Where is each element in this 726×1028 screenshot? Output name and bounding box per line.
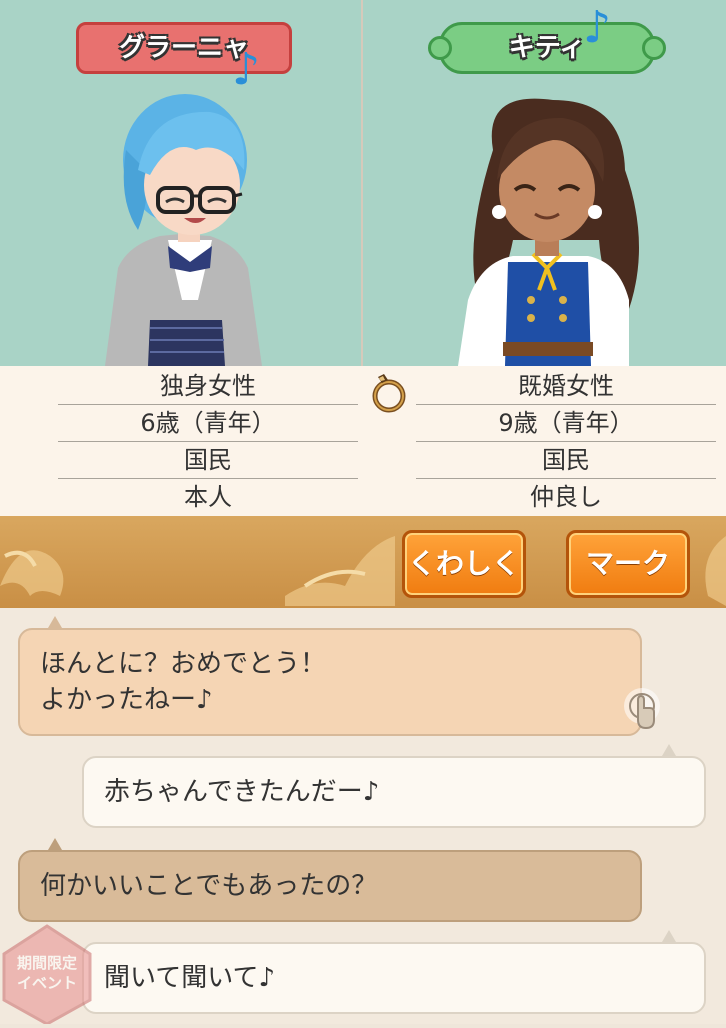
right-character-info: 既婚女性 9歳（青年） 国民 仲良し [416, 368, 716, 515]
ornament-middle [285, 536, 395, 606]
chat-message-right: 聞いて聞いて♪ [82, 942, 706, 1014]
left-character-info: 独身女性 6歳（青年） 国民 本人 [58, 368, 358, 515]
ring-icon [372, 374, 406, 413]
ornament-left [0, 550, 64, 596]
portraits-area: グラーニャ ♪ キティ ♪ [0, 0, 726, 366]
music-note-icon: ♪ [232, 44, 261, 95]
residency: 国民 [58, 442, 358, 479]
age: 9歳（青年） [416, 405, 716, 442]
limited-event-badge[interactable]: 期間限定 イベント [2, 924, 92, 1026]
event-badge-icon: 期間限定 イベント [2, 924, 92, 1026]
message-text: 赤ちゃんできたんだー♪ [104, 777, 380, 807]
mark-button[interactable]: マーク [566, 530, 690, 598]
residency: 国民 [416, 442, 716, 479]
character-info-panel: 独身女性 6歳（青年） 国民 本人 既婚女性 9歳（青年） 国民 仲良し [0, 366, 726, 516]
action-bar: くわしく マーク [0, 516, 726, 608]
bubble-tail [662, 744, 676, 756]
chat-message-left: 何かいいことでもあったの？ [18, 850, 642, 922]
bubble-tail [48, 838, 62, 850]
plate-knob-left [428, 36, 452, 60]
right-character-name: キティ [508, 33, 586, 63]
event-badge-line: 期間限定 [17, 954, 77, 972]
details-button[interactable]: くわしく [402, 530, 526, 598]
chat-log[interactable]: ほんとに？おめでとう！ よかったねー♪ 赤ちゃんできたんだー♪ 何かいいことでも… [0, 608, 726, 1024]
event-badge-line: イベント [17, 974, 77, 992]
relationship: 本人 [184, 483, 232, 511]
left-character-name: グラーニャ [118, 33, 249, 63]
message-text: 聞いて聞いて♪ [104, 963, 276, 993]
chat-message-left: ほんとに？おめでとう！ よかったねー♪ [18, 628, 642, 736]
right-character-portrait: キティ ♪ [363, 0, 724, 366]
plate-knob-right [642, 36, 666, 60]
details-button-label: くわしく [407, 547, 520, 580]
marital-status: 既婚女性 [416, 368, 716, 405]
right-character-name-plate: キティ [428, 22, 666, 74]
relationship: 仲良し [530, 483, 602, 511]
tap-icon[interactable] [620, 686, 664, 734]
message-line: よかったねー♪ [40, 685, 213, 715]
mark-button-label: マーク [585, 547, 670, 580]
message-line: ほんとに？おめでとう！ [40, 649, 327, 679]
message-text: 何かいいことでもあったの？ [40, 871, 378, 901]
age: 6歳（青年） [58, 405, 358, 442]
ornament-right [705, 536, 726, 606]
bubble-tail [662, 930, 676, 942]
bubble-tail [48, 616, 62, 628]
music-note-icon: ♪ [583, 2, 612, 53]
left-character-portrait: グラーニャ ♪ [0, 0, 361, 366]
chat-message-right: 赤ちゃんできたんだー♪ [82, 756, 706, 828]
marital-status: 独身女性 [58, 368, 358, 405]
